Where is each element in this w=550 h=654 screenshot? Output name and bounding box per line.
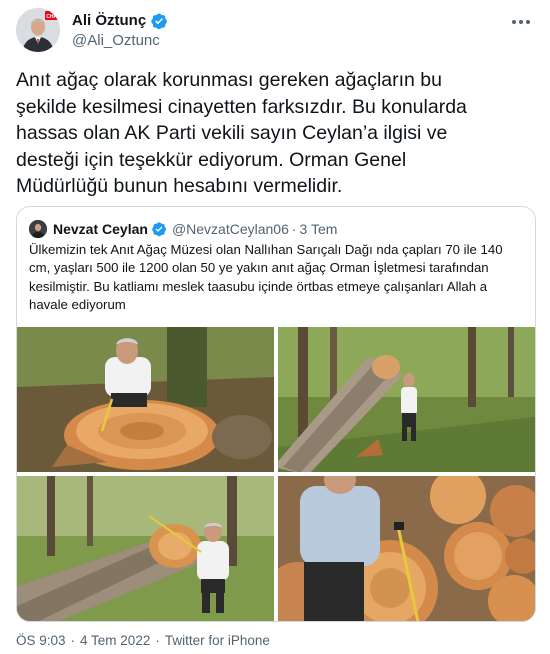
quoted-separator: · bbox=[291, 221, 297, 237]
tweet-text: Anıt ağaç olarak korunması gereken ağaçl… bbox=[16, 69, 467, 197]
tweet-date[interactable]: 4 Tem 2022 bbox=[80, 633, 150, 648]
quoted-tweet-header: Nevzat Ceylan @NevzatCeylan06 · 3 Tem bbox=[29, 219, 337, 239]
quoted-author-avatar[interactable] bbox=[29, 220, 47, 238]
quoted-media-grid bbox=[17, 327, 535, 621]
photo-fallen-trunk-forest[interactable] bbox=[278, 327, 535, 472]
more-icon bbox=[512, 20, 516, 24]
author-avatar[interactable]: CHP bbox=[16, 8, 60, 52]
tweet-source[interactable]: Twitter for iPhone bbox=[165, 633, 270, 648]
author-handle[interactable]: @Ali_Oztunc bbox=[72, 31, 168, 51]
verified-icon bbox=[152, 222, 166, 237]
tweet-footer: ÖS 9:03 · 4 Tem 2022 · Twitter for iPhon… bbox=[16, 633, 270, 648]
photo-log-pile-measuring[interactable] bbox=[278, 476, 535, 621]
tweet-header: CHP Ali Öztunç @Ali_Oztunc bbox=[16, 8, 536, 56]
footer-separator: · bbox=[155, 633, 160, 648]
quoted-author-handle[interactable]: @NevzatCeylan06 bbox=[172, 221, 289, 237]
verified-icon bbox=[151, 13, 168, 30]
footer-separator: · bbox=[70, 633, 76, 648]
author-name[interactable]: Ali Öztunç bbox=[72, 11, 146, 31]
quoted-author-name[interactable]: Nevzat Ceylan bbox=[53, 221, 148, 237]
quoted-tweet[interactable]: Nevzat Ceylan @NevzatCeylan06 · 3 Tem Ül… bbox=[16, 206, 536, 622]
quoted-tweet-text: Ülkemizin tek Anıt Ağaç Müzesi olan Nall… bbox=[29, 242, 503, 312]
more-options-button[interactable] bbox=[506, 10, 536, 34]
avatar-badge: CHP bbox=[46, 14, 57, 20]
photo-man-measuring-stump[interactable] bbox=[17, 327, 274, 472]
tweet-time[interactable]: ÖS 9:03 bbox=[16, 633, 66, 648]
photo-man-at-cut-log[interactable] bbox=[17, 476, 274, 621]
quoted-timestamp[interactable]: 3 Tem bbox=[300, 221, 338, 237]
